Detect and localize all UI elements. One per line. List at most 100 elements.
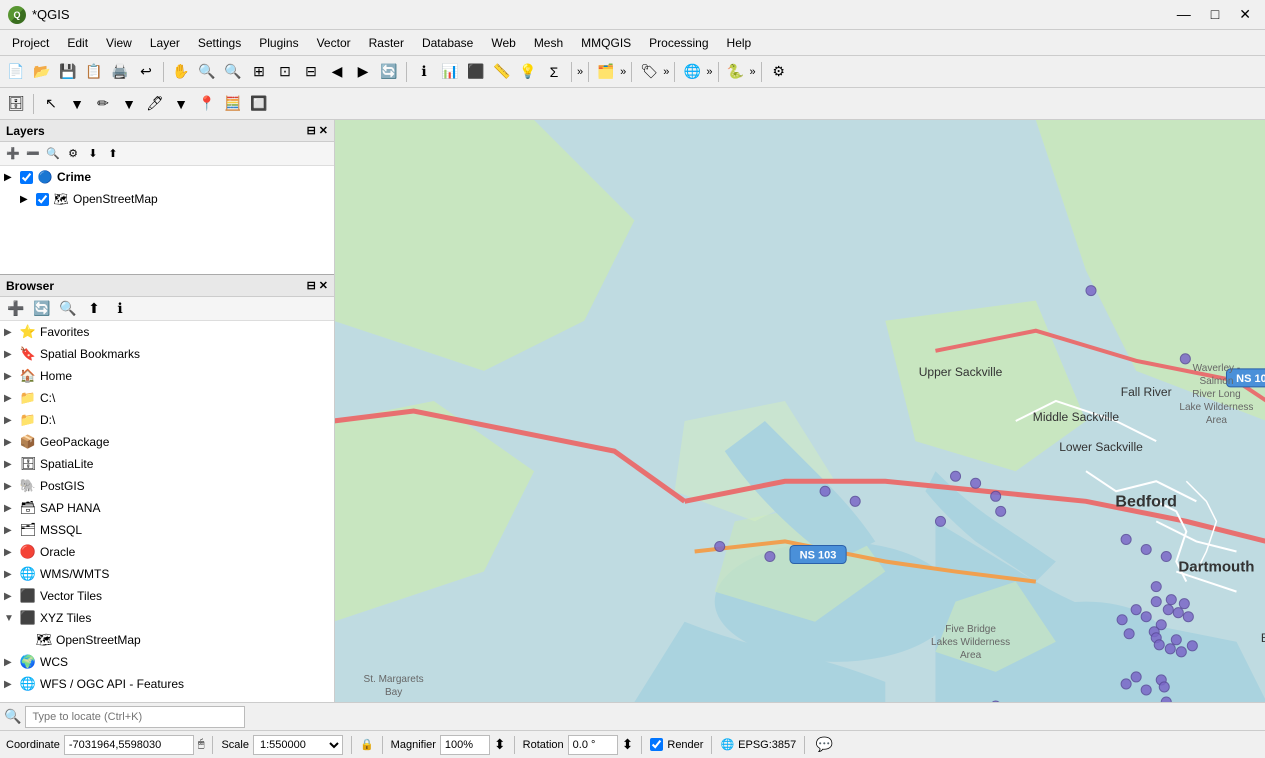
zoom-layer-button[interactable]: ⊟ (299, 60, 323, 84)
menu-edit[interactable]: Edit (59, 34, 96, 52)
new-layer-button[interactable]: 🗂️ (594, 60, 618, 84)
locate-input[interactable] (25, 706, 245, 728)
zoom-last-button[interactable]: ◀ (325, 60, 349, 84)
browser-item[interactable]: ▶ 🔖 Spatial Bookmarks (0, 343, 334, 365)
menu-project[interactable]: Project (4, 34, 57, 52)
more-layers-button[interactable]: » (620, 66, 626, 78)
undo-button[interactable]: ↩ (134, 60, 158, 84)
select-features-button[interactable]: ↖ (39, 92, 63, 116)
measure-button[interactable]: 📏 (490, 60, 514, 84)
rotation-stepper[interactable]: ⬍ (622, 736, 634, 753)
menu-layer[interactable]: Layer (142, 34, 188, 52)
edit-features-button[interactable]: ✏ (91, 92, 115, 116)
browser-item[interactable]: ▶ 🗂 MSSQL (0, 519, 334, 541)
edit-dropdown-button[interactable]: ▼ (117, 92, 141, 116)
menu-mmqgis[interactable]: MMQGIS (573, 34, 639, 52)
coordinate-input[interactable] (64, 735, 194, 755)
layers-panel-float[interactable]: ⊟ (307, 124, 316, 137)
layer-edit-dropdown-button[interactable]: ▼ (169, 92, 193, 116)
menu-help[interactable]: Help (719, 34, 760, 52)
zoom-in-button[interactable]: 🔍 (195, 60, 219, 84)
browser-item[interactable]: ▶ 📦 GeoPackage (0, 431, 334, 453)
layer-edit-button[interactable]: 🖊 (143, 92, 167, 116)
browser-item[interactable]: ▶ 🌍 WCS (0, 651, 334, 673)
browser-item[interactable]: ▶ ⭐ Favorites (0, 321, 334, 343)
refresh-button[interactable]: 🔄 (377, 60, 401, 84)
magnifier-input[interactable] (440, 735, 490, 755)
attribute-table-button[interactable]: 📊 (438, 60, 462, 84)
save-as-button[interactable]: 📋 (82, 60, 106, 84)
pan-button[interactable]: ✋ (169, 60, 193, 84)
scale-select[interactable]: 1:550000 (253, 735, 343, 755)
layer-options-button[interactable]: ⚙ (64, 145, 82, 163)
more-python-button[interactable]: » (750, 66, 756, 78)
select-dropdown-button[interactable]: ▼ (65, 92, 89, 116)
snap-button[interactable]: 🔲 (247, 92, 271, 116)
menu-view[interactable]: View (98, 34, 140, 52)
browser-item[interactable]: ▶ 🔴 Oracle (0, 541, 334, 563)
more-web-button[interactable]: » (706, 66, 712, 78)
maximize-button[interactable]: □ (1205, 4, 1225, 25)
messages-button[interactable]: 💬 (813, 734, 835, 756)
calculator-button[interactable]: Σ (542, 60, 566, 84)
menu-raster[interactable]: Raster (361, 34, 412, 52)
browser-item[interactable]: ▶ 🌐 WFS / OGC API - Features (0, 673, 334, 695)
browser-item[interactable]: 🗺 OpenStreetMap (0, 629, 334, 651)
menu-web[interactable]: Web (483, 34, 523, 52)
remove-layer-button[interactable]: ➖ (24, 145, 42, 163)
browser-item[interactable]: ▶ 📁 D:\ (0, 409, 334, 431)
select-button[interactable]: ⬛ (464, 60, 488, 84)
layer-item[interactable]: ▶ 🗺 OpenStreetMap (0, 188, 334, 210)
collapse-all-button[interactable]: ⬆ (104, 145, 122, 163)
browser-panel-float[interactable]: ⊟ (307, 279, 316, 292)
menu-plugins[interactable]: Plugins (251, 34, 306, 52)
zoom-selection-button[interactable]: ⊡ (273, 60, 297, 84)
map-area[interactable]: NS 107 NS 103 Upper Sackville Fall River… (335, 120, 1265, 702)
python-button[interactable]: 🐍 (724, 60, 748, 84)
magnifier-stepper[interactable]: ⬍ (494, 736, 506, 753)
layer-visibility-checkbox[interactable] (20, 171, 33, 184)
new-project-button[interactable]: 📄 (4, 60, 28, 84)
browser-filter-button[interactable]: 🔍 (56, 297, 80, 321)
browser-refresh-button[interactable]: 🔄 (30, 297, 54, 321)
field-calc-button[interactable]: 🧮 (221, 92, 245, 116)
menu-vector[interactable]: Vector (309, 34, 359, 52)
digitize-db-button[interactable]: 🗄 (4, 92, 28, 116)
render-display[interactable]: Render (650, 738, 703, 751)
close-button[interactable]: ✕ (1233, 4, 1257, 25)
label-button[interactable]: 🏷 (637, 60, 661, 84)
epsg-display[interactable]: 🌐 EPSG:3857 (720, 738, 796, 751)
settings-large-button[interactable]: ⚙ (767, 60, 791, 84)
tips-button[interactable]: 💡 (516, 60, 540, 84)
open-project-button[interactable]: 📂 (30, 60, 54, 84)
web-button[interactable]: 🌐 (680, 60, 704, 84)
zoom-next-button[interactable]: ▶ (351, 60, 375, 84)
gps-button[interactable]: 📍 (195, 92, 219, 116)
render-checkbox[interactable] (650, 738, 663, 751)
more-tools-button[interactable]: » (577, 66, 583, 78)
identify-button[interactable]: ℹ (412, 60, 436, 84)
menu-processing[interactable]: Processing (641, 34, 716, 52)
save-project-button[interactable]: 💾 (56, 60, 80, 84)
layer-visibility-checkbox[interactable] (36, 193, 49, 206)
browser-info-button[interactable]: ℹ (108, 297, 132, 321)
more-label-button[interactable]: » (663, 66, 669, 78)
zoom-out-button[interactable]: 🔍 (221, 60, 245, 84)
filter-layer-button[interactable]: 🔍 (44, 145, 62, 163)
browser-item[interactable]: ▶ ⬛ Vector Tiles (0, 585, 334, 607)
browser-item[interactable]: ▶ 🏠 Home (0, 365, 334, 387)
browser-add-button[interactable]: ➕ (4, 297, 28, 321)
expand-all-button[interactable]: ⬇ (84, 145, 102, 163)
browser-item[interactable]: ▶ 🐘 PostGIS (0, 475, 334, 497)
layer-item[interactable]: ▶ 🔵 Crime (0, 166, 334, 188)
minimize-button[interactable]: — (1171, 4, 1197, 25)
rotation-input[interactable] (568, 735, 618, 755)
browser-item[interactable]: ▶ 🗄 SpatiaLite (0, 453, 334, 475)
menu-settings[interactable]: Settings (190, 34, 249, 52)
browser-item[interactable]: ▶ 🗃 SAP HANA (0, 497, 334, 519)
menu-database[interactable]: Database (414, 34, 481, 52)
browser-item[interactable]: ▶ 🌐 WMS/WMTS (0, 563, 334, 585)
print-button[interactable]: 🖨️ (108, 60, 132, 84)
menu-mesh[interactable]: Mesh (526, 34, 571, 52)
layers-panel-close[interactable]: ✕ (319, 124, 328, 137)
